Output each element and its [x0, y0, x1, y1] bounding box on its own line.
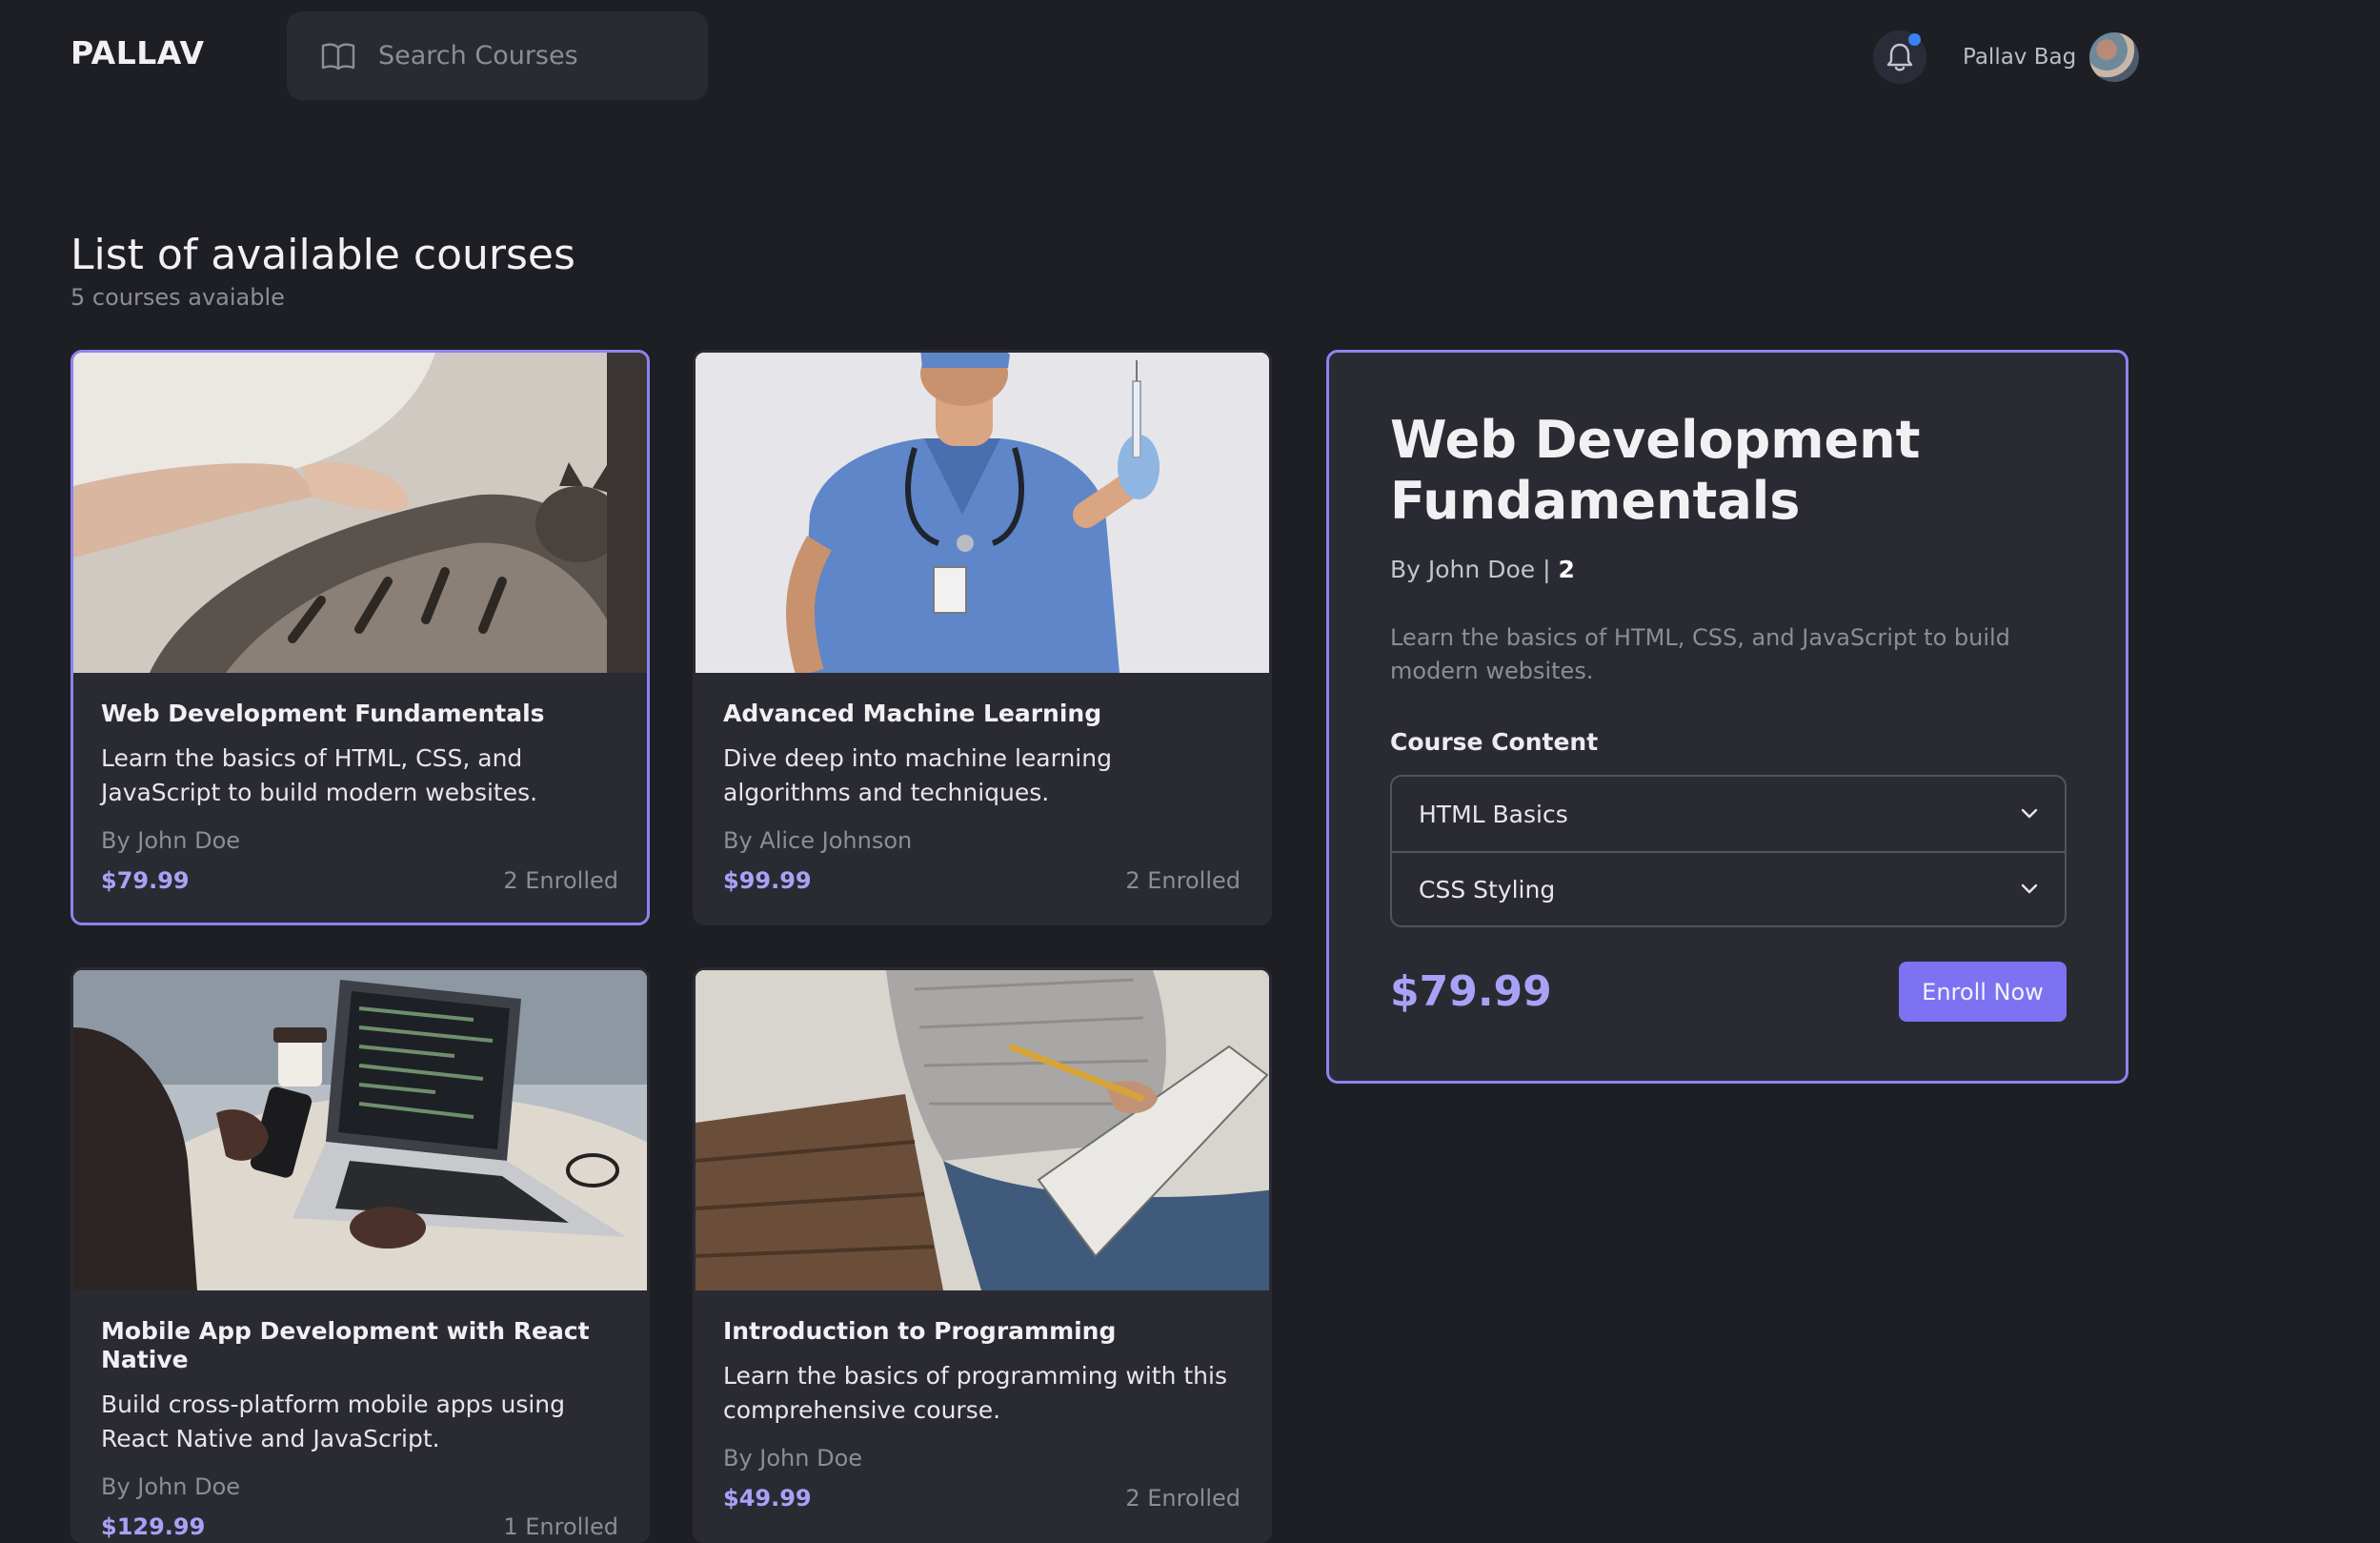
course-title[interactable]: Mobile App Development with React Native — [101, 1317, 618, 1374]
course-description: Learn the basics of programming with thi… — [723, 1362, 1227, 1424]
course-price: $79.99 — [101, 867, 190, 894]
course-enrolled-count: 1 Enrolled — [503, 1513, 618, 1540]
course-thumbnail — [73, 353, 647, 673]
course-description: Learn the basics of HTML, CSS, and JavaS… — [101, 744, 538, 806]
enroll-now-button[interactable]: Enroll Now — [1899, 962, 2067, 1023]
detail-author: By John Doe — [1390, 556, 1536, 584]
course-title[interactable]: Introduction to Programming — [723, 1317, 1240, 1346]
course-author: By John Doe — [101, 827, 241, 854]
course-thumbnail — [696, 353, 1269, 673]
course-enrolled-count: 2 Enrolled — [1125, 1485, 1240, 1512]
notification-button[interactable] — [1873, 30, 1926, 84]
accordion-item-label: HTML Basics — [1419, 800, 1568, 828]
course-price: $129.99 — [101, 1513, 206, 1540]
course-price: $49.99 — [723, 1485, 812, 1512]
course-author: By John Doe — [101, 1473, 241, 1500]
logo[interactable]: PALLAV — [71, 34, 205, 71]
detail-price: $79.99 — [1390, 967, 1552, 1017]
course-card[interactable]: Introduction to Programming Learn the ba… — [693, 967, 1272, 1543]
course-content-label: Course Content — [1390, 728, 1599, 757]
top-bar: PALLAV Pallav Bag — [0, 0, 2380, 112]
search-input[interactable] — [378, 41, 664, 71]
book-open-icon — [321, 42, 355, 70]
course-description: Dive deep into machine learning algorith… — [723, 744, 1112, 806]
page-subtitle: 5 courses avaiable — [71, 284, 285, 311]
page-title: List of available courses — [71, 231, 575, 279]
chevron-down-icon — [2021, 808, 2038, 819]
user-name: Pallav Bag — [1963, 45, 2077, 70]
accordion-item[interactable]: CSS Styling — [1392, 851, 2065, 925]
course-description: Build cross-platform mobile apps using R… — [101, 1391, 566, 1452]
notebook-photo-image — [696, 970, 1269, 1290]
accordion-item[interactable]: HTML Basics — [1392, 777, 2065, 851]
detail-title: Web Development Fundamentals — [1390, 410, 1921, 531]
course-author: By Alice Johnson — [723, 827, 913, 854]
chevron-down-icon — [2021, 883, 2038, 894]
laptop-photo-image — [73, 970, 647, 1290]
cat-photo-image — [73, 353, 647, 673]
course-title[interactable]: Web Development Fundamentals — [101, 700, 618, 728]
doctor-photo-image — [696, 353, 1269, 673]
course-detail-panel: Web Development Fundamentals By John Doe… — [1326, 350, 2128, 1084]
course-author: By John Doe — [723, 1445, 863, 1472]
course-card[interactable]: Web Development Fundamentals Learn the b… — [71, 350, 650, 925]
course-title[interactable]: Advanced Machine Learning — [723, 700, 1240, 728]
course-enrolled-count: 2 Enrolled — [1125, 867, 1240, 894]
detail-separator: | — [1543, 556, 1551, 584]
detail-meta: By John Doe | 2 — [1390, 556, 2063, 583]
detail-enrolled-count: 2 — [1558, 556, 1575, 584]
course-price: $99.99 — [723, 867, 812, 894]
avatar[interactable] — [2089, 32, 2140, 82]
notification-badge — [1908, 33, 1921, 46]
course-enrolled-count: 2 Enrolled — [503, 867, 618, 894]
course-thumbnail — [696, 970, 1269, 1290]
bell-icon — [1886, 43, 1913, 71]
user-menu[interactable]: Pallav Bag — [1963, 30, 2140, 84]
course-card[interactable]: Advanced Machine Learning Dive deep into… — [693, 350, 1272, 925]
course-thumbnail — [73, 970, 647, 1290]
accordion-item-label: CSS Styling — [1419, 875, 1556, 903]
course-card[interactable]: Mobile App Development with React Native… — [71, 967, 650, 1543]
course-content-accordion: HTML Basics CSS Styling — [1390, 775, 2067, 928]
search-box[interactable] — [287, 11, 708, 100]
detail-description: Learn the basics of HTML, CSS, and JavaS… — [1390, 624, 2010, 685]
